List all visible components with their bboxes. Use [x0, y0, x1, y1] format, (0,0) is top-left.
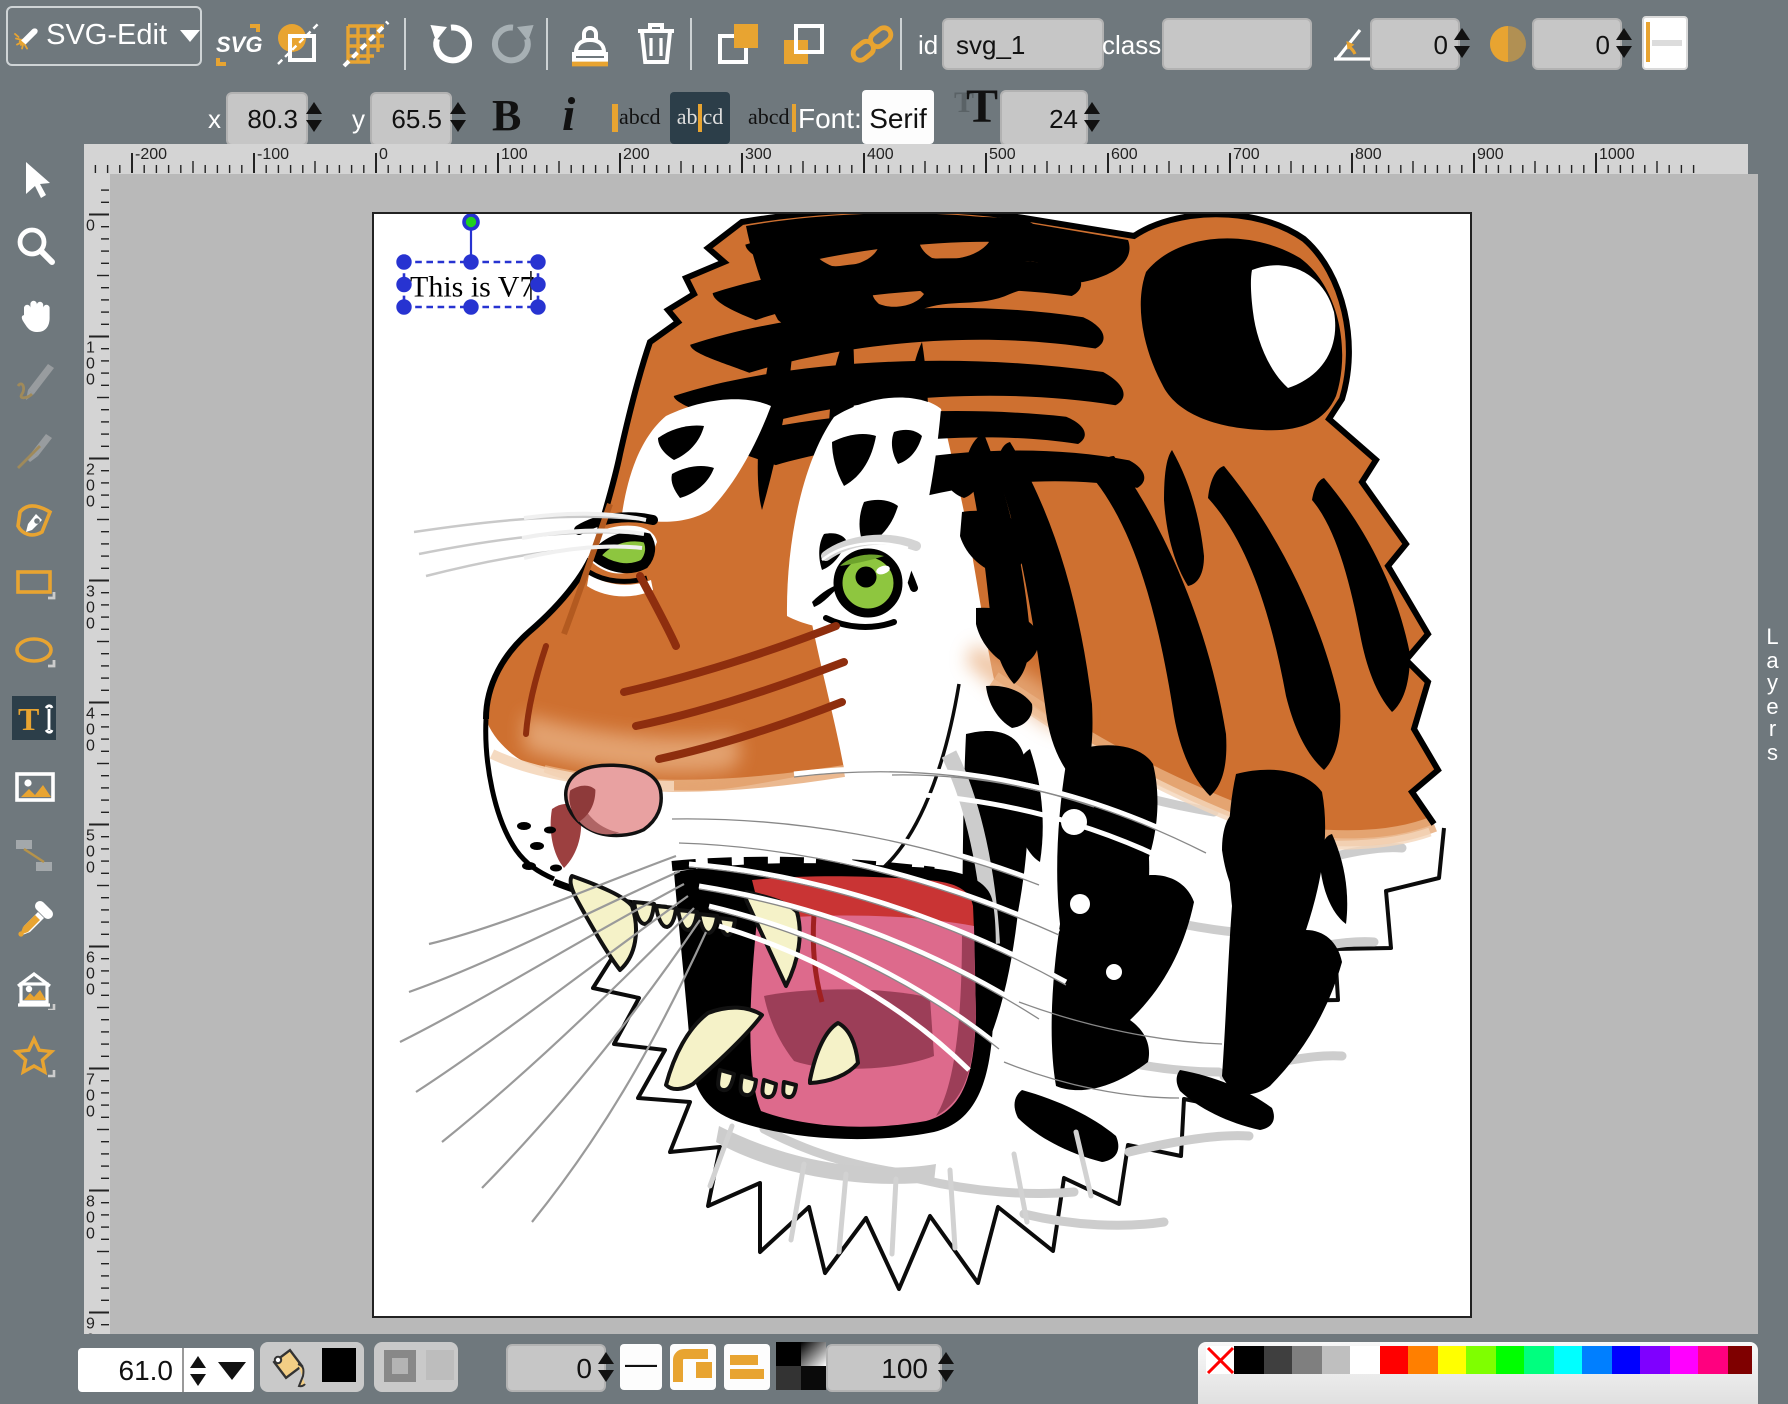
svg-text:0: 0 [86, 615, 95, 632]
svg-text:0: 0 [86, 371, 95, 388]
svg-text:6: 6 [86, 949, 95, 966]
svg-text:0: 0 [86, 217, 95, 234]
svg-text:0: 0 [86, 1103, 95, 1120]
svg-text:0: 0 [86, 721, 95, 738]
svg-text:0: 0 [86, 493, 95, 510]
svg-text:0: 0 [86, 981, 95, 998]
svg-text:0: 0 [86, 737, 95, 754]
svg-text:0: 0 [86, 1225, 95, 1242]
svg-text:7: 7 [86, 1071, 95, 1088]
svg-text:100: 100 [501, 146, 528, 163]
svg-text:5: 5 [86, 827, 95, 844]
svg-text:9: 9 [86, 1315, 95, 1332]
svg-text:8: 8 [86, 1193, 95, 1210]
svg-text:0: 0 [86, 843, 95, 860]
svg-text:0: 0 [86, 859, 95, 876]
svg-text:1000: 1000 [1599, 146, 1635, 163]
svg-text:0: 0 [86, 599, 95, 616]
svg-text:-100: -100 [257, 146, 289, 163]
svg-text:1: 1 [86, 339, 95, 356]
svg-text:200: 200 [623, 146, 650, 163]
svg-text:900: 900 [1477, 146, 1504, 163]
svg-text:This is V7: This is V7 [409, 271, 533, 304]
svg-text:0: 0 [86, 477, 95, 494]
svg-text:0: 0 [86, 1209, 95, 1226]
svg-text:0: 0 [379, 146, 388, 163]
svg-text:300: 300 [745, 146, 772, 163]
svg-text:-200: -200 [135, 146, 167, 163]
svg-text:T: T [18, 701, 39, 737]
svg-text:500: 500 [989, 146, 1016, 163]
svg-text:400: 400 [867, 146, 894, 163]
svg-text:3: 3 [86, 583, 95, 600]
svg-text:SVG: SVG [216, 32, 262, 57]
svg-text:700: 700 [1233, 146, 1260, 163]
svg-text:0: 0 [86, 965, 95, 982]
svg-text:2: 2 [86, 461, 95, 478]
svg-text:4: 4 [86, 705, 95, 722]
svg-text:0: 0 [86, 1087, 95, 1104]
svg-text:600: 600 [1111, 146, 1138, 163]
svg-text:0: 0 [86, 355, 95, 372]
svg-text:800: 800 [1355, 146, 1382, 163]
